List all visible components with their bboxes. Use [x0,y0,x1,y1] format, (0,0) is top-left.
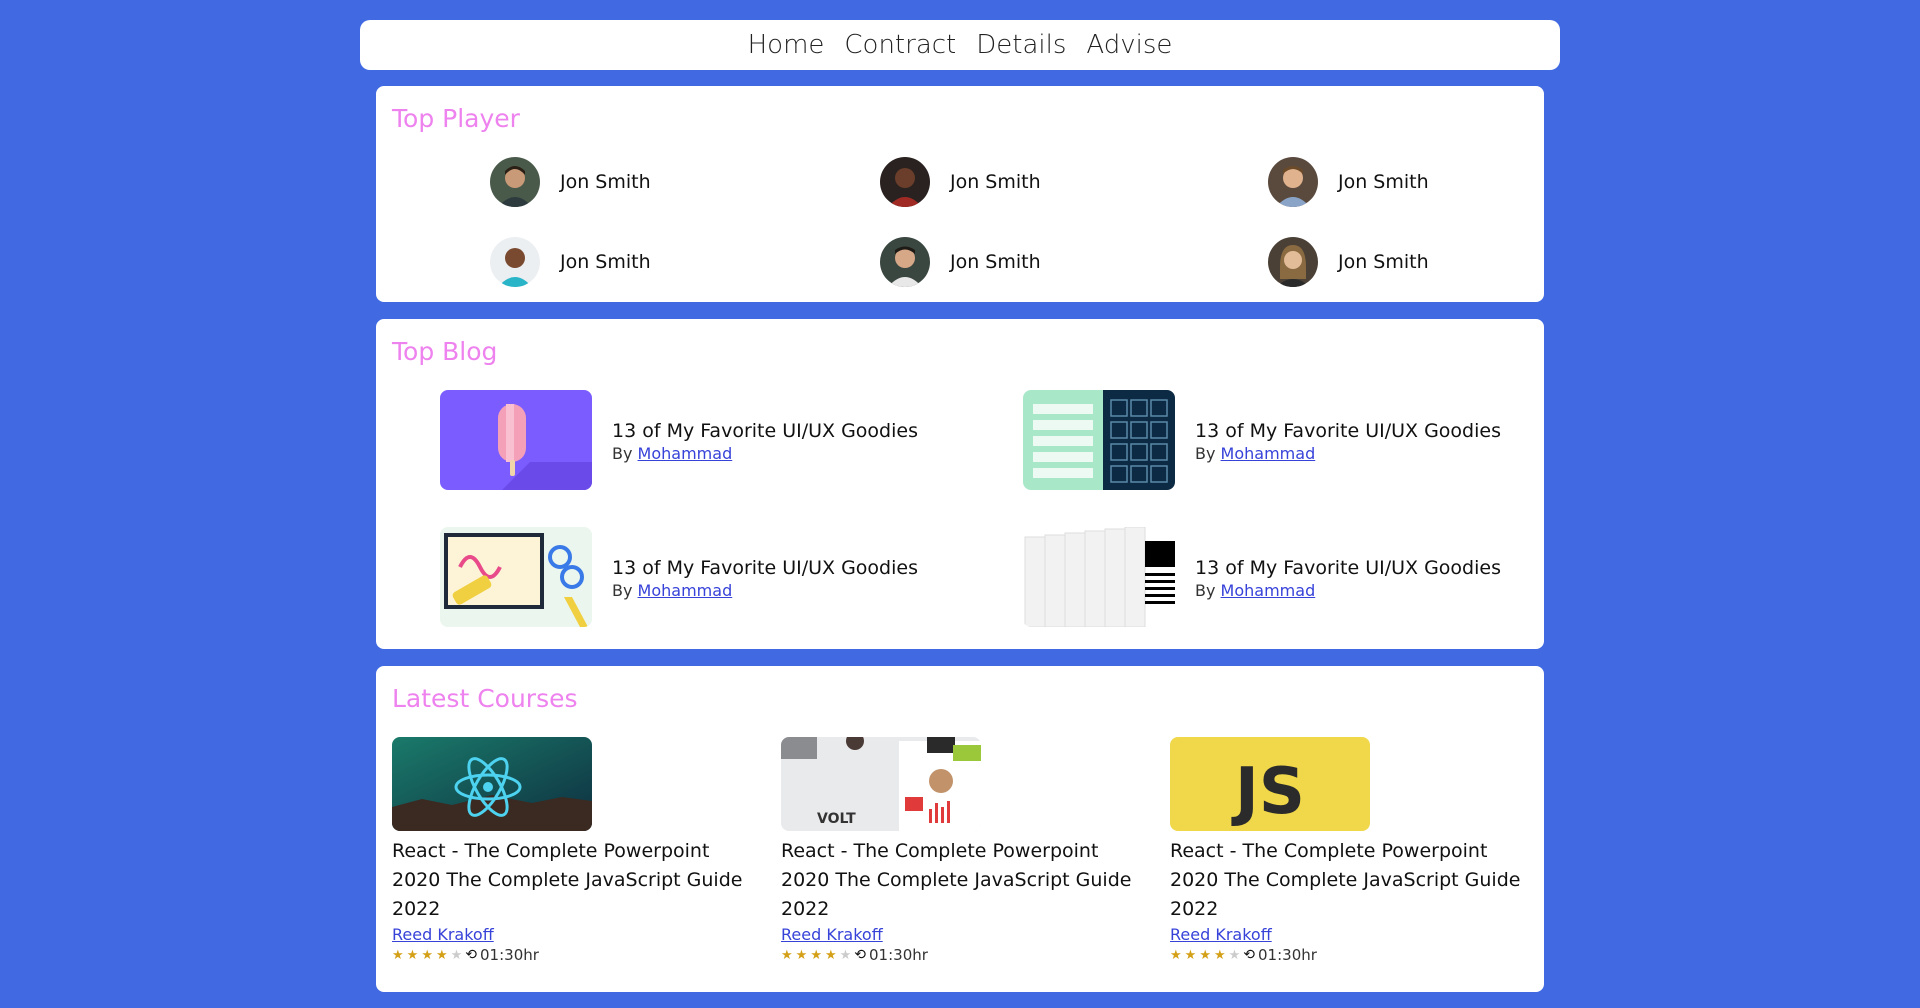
volt-thumb-text: VOLT [817,811,856,827]
player-name: Jon Smith [1338,171,1429,193]
course-title[interactable]: React - The Complete Powerpoint 2020 The… [781,837,1141,924]
blog-text: 13 of My Favorite UI/UX Goodies By Moham… [612,418,918,463]
blog-item[interactable]: 13 of My Favorite UI/UX Goodies By Moham… [1023,527,1501,627]
star-filled-icon: ★ [810,947,822,963]
star-filled-icon: ★ [1184,947,1197,963]
course-author-link[interactable]: Reed Krakoff [781,925,883,944]
blog-thumbnail [1023,527,1175,627]
blog-author-link[interactable]: Mohammad [1221,444,1316,463]
history-clock-icon: ⟲ [465,947,478,963]
star-filled-icon: ★ [406,947,419,963]
blog-byline: By Mohammad [1195,581,1501,600]
player-card[interactable]: Jon Smith [880,237,1041,287]
course-meta: ★ ★ ★ ★ ★ ⟲ 01:30hr [781,946,1141,964]
blog-text: 13 of My Favorite UI/UX Goodies By Moham… [1195,418,1501,463]
star-empty-icon: ★ [839,947,852,963]
player-card[interactable]: Jon Smith [1268,157,1429,207]
player-avatar [880,237,930,287]
player-avatar [1268,157,1318,207]
player-name: Jon Smith [560,171,651,193]
player-name: Jon Smith [950,171,1041,193]
blog-title[interactable]: 13 of My Favorite UI/UX Goodies [612,555,918,581]
blog-author-link[interactable]: Mohammad [638,581,733,600]
star-filled-icon: ★ [781,947,793,963]
blog-by-label: By [1195,580,1216,600]
blog-by-label: By [612,580,633,600]
blog-thumbnail [1023,390,1175,490]
player-avatar [490,157,540,207]
player-avatar [880,157,930,207]
blog-text: 13 of My Favorite UI/UX Goodies By Moham… [612,555,918,600]
top-blog-section: Top Blog 13 of My Favorite UI/UX Goodies… [376,319,1544,649]
player-card[interactable]: Jon Smith [1268,237,1429,287]
course-duration: 01:30hr [480,946,539,964]
course-card[interactable]: JS React - The Complete Powerpoint 2020 … [1170,737,1530,964]
player-name: Jon Smith [1338,251,1429,273]
star-filled-icon: ★ [421,947,433,963]
history-clock-icon: ⟲ [854,947,867,963]
blog-title[interactable]: 13 of My Favorite UI/UX Goodies [612,418,918,444]
star-filled-icon: ★ [392,947,404,963]
course-title[interactable]: React - The Complete Powerpoint 2020 The… [1170,837,1530,924]
star-filled-icon: ★ [1170,947,1182,963]
blog-by-label: By [612,443,633,463]
star-empty-icon: ★ [1228,947,1241,963]
nav-home-link[interactable]: Home [748,30,825,60]
latest-courses-section: Latest Courses React - The Complete Powe… [376,666,1544,992]
blog-item[interactable]: 13 of My Favorite UI/UX Goodies By Moham… [440,390,918,490]
course-meta: ★ ★ ★ ★ ★ ⟲ 01:30hr [1170,946,1530,964]
blog-thumbnail [440,390,592,490]
top-navbar: Home Contract Details Advise [360,20,1560,70]
course-duration: 01:30hr [869,946,928,964]
player-card[interactable]: Jon Smith [490,237,651,287]
player-avatar [490,237,540,287]
course-duration: 01:30hr [1258,946,1317,964]
top-player-section: Top Player Jon Smith Jon Smith Jon Smith [376,86,1544,302]
player-avatar [1268,237,1318,287]
star-filled-icon: ★ [435,947,448,963]
course-card[interactable]: VOLT React - The Complete Powerpoint 202… [781,737,1141,964]
blog-thumbnail [440,527,592,627]
star-filled-icon: ★ [795,947,808,963]
star-empty-icon: ★ [450,947,463,963]
course-author-link[interactable]: Reed Krakoff [1170,925,1272,944]
history-clock-icon: ⟲ [1243,947,1256,963]
blog-by-label: By [1195,443,1216,463]
nav-details-link[interactable]: Details [976,30,1066,60]
nav-contract-link[interactable]: Contract [844,30,956,60]
course-meta: ★ ★ ★ ★ ★ ⟲ 01:30hr [392,946,752,964]
js-thumb-text: JS [1231,755,1305,829]
blog-title[interactable]: 13 of My Favorite UI/UX Goodies [1195,418,1501,444]
player-card[interactable]: Jon Smith [880,157,1041,207]
player-name: Jon Smith [560,251,651,273]
course-card[interactable]: React - The Complete Powerpoint 2020 The… [392,737,752,964]
course-thumbnail-js: JS [1170,737,1370,831]
blog-byline: By Mohammad [612,581,918,600]
blog-item[interactable]: 13 of My Favorite UI/UX Goodies By Moham… [440,527,918,627]
star-filled-icon: ★ [1213,947,1226,963]
player-card[interactable]: Jon Smith [490,157,651,207]
section-title: Top Blog [392,337,498,366]
star-filled-icon: ★ [1199,947,1211,963]
blog-item[interactable]: 13 of My Favorite UI/UX Goodies By Moham… [1023,390,1501,490]
section-title: Top Player [392,104,520,133]
star-filled-icon: ★ [824,947,837,963]
course-thumbnail-volt: VOLT [781,737,981,831]
course-author-link[interactable]: Reed Krakoff [392,925,494,944]
blog-byline: By Mohammad [612,444,918,463]
course-thumbnail-react [392,737,592,831]
blog-text: 13 of My Favorite UI/UX Goodies By Moham… [1195,555,1501,600]
course-title[interactable]: React - The Complete Powerpoint 2020 The… [392,837,752,924]
blog-title[interactable]: 13 of My Favorite UI/UX Goodies [1195,555,1501,581]
blog-author-link[interactable]: Mohammad [638,444,733,463]
section-title: Latest Courses [392,684,578,713]
blog-author-link[interactable]: Mohammad [1221,581,1316,600]
blog-byline: By Mohammad [1195,444,1501,463]
nav-advise-link[interactable]: Advise [1086,30,1172,60]
player-name: Jon Smith [950,251,1041,273]
